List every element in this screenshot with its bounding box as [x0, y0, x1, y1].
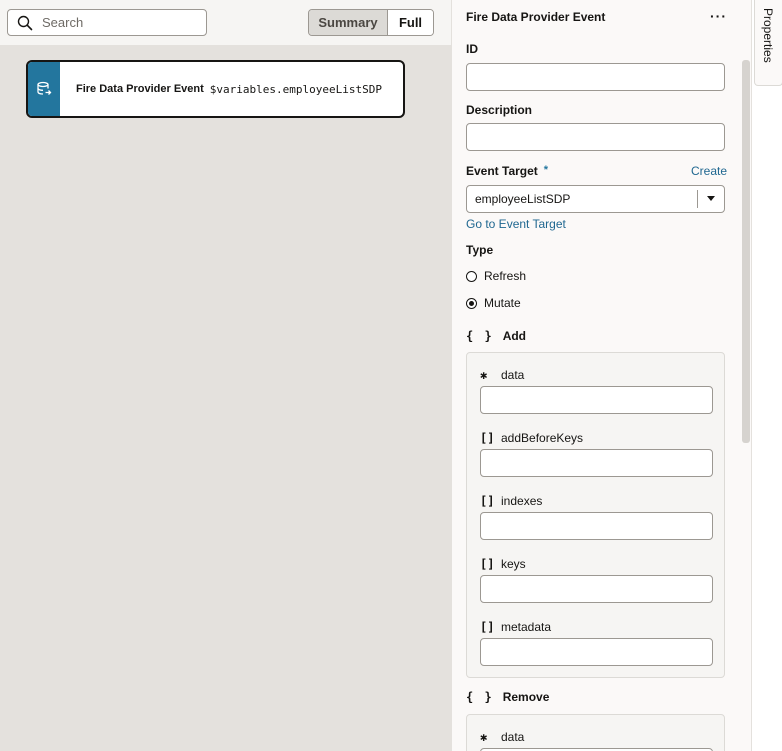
array-brackets-icon: []: [480, 431, 495, 445]
add-data-label: ✱ data: [480, 368, 524, 382]
object-braces-icon: { }: [466, 329, 494, 343]
metadata-field[interactable]: [480, 638, 713, 666]
summary-toggle-button[interactable]: Summary: [309, 10, 388, 35]
action-title: Fire Data Provider Event: [76, 83, 204, 95]
metadata-input[interactable]: [481, 639, 712, 665]
event-target-label: Event Target *: [466, 164, 548, 178]
required-asterisk-icon: ✱: [480, 730, 488, 744]
required-asterisk-icon: ✱: [480, 368, 488, 382]
event-target-label-text: Event Target: [466, 164, 538, 178]
keys-field[interactable]: [480, 575, 713, 603]
prop-label: data: [501, 730, 525, 744]
action-icon-strip: [28, 62, 60, 116]
indexes-field[interactable]: [480, 512, 713, 540]
type-label: Type: [466, 243, 494, 257]
panel-scrollbar[interactable]: [742, 60, 750, 443]
properties-tab-label: Properties: [761, 8, 775, 63]
type-radio-refresh[interactable]: Refresh: [466, 269, 526, 283]
chevron-down-icon[interactable]: [707, 196, 715, 201]
array-brackets-icon: []: [480, 494, 495, 508]
prop-label: indexes: [501, 494, 543, 508]
create-link[interactable]: Create: [691, 164, 727, 178]
array-brackets-icon: []: [480, 620, 495, 634]
panel-title: Fire Data Provider Event: [466, 10, 606, 24]
event-target-select[interactable]: employeeListSDP: [466, 185, 725, 213]
required-marker: *: [543, 164, 549, 176]
database-event-icon: [37, 81, 52, 95]
full-toggle-button[interactable]: Full: [388, 10, 433, 35]
description-input[interactable]: [467, 124, 724, 150]
type-radio-mutate[interactable]: Mutate: [466, 296, 521, 310]
add-data-input[interactable]: [481, 387, 712, 413]
indexes-input[interactable]: [481, 513, 712, 539]
id-field[interactable]: [466, 63, 725, 91]
prop-label: metadata: [501, 620, 552, 634]
metadata-label: [] metadata: [480, 620, 551, 634]
array-brackets-icon: []: [480, 557, 495, 571]
prop-label: keys: [501, 557, 526, 571]
search-input[interactable]: [42, 13, 202, 32]
properties-panel: Fire Data Provider Event ··· ID Descript…: [451, 0, 751, 751]
radio-unchecked-icon[interactable]: [466, 270, 477, 282]
search-icon: [17, 15, 33, 31]
radio-checked-icon[interactable]: [466, 297, 477, 309]
remove-section-header[interactable]: { } Remove: [466, 690, 549, 704]
action-expression: $variables.employeeListSDP: [209, 82, 382, 96]
designer-canvas: Summary Full Fire Data Provider Event $v…: [0, 0, 451, 751]
id-label: ID: [466, 42, 478, 56]
add-properties-group: ✱ data [] addBeforeKeys [] indexes [] ke…: [466, 352, 725, 678]
description-field[interactable]: [466, 123, 725, 151]
remove-section-label: Remove: [502, 690, 550, 704]
fire-data-provider-event-action[interactable]: Fire Data Provider Event $variables.empl…: [26, 60, 405, 118]
keys-label: [] keys: [480, 557, 526, 571]
event-target-value: employeeListSDP: [475, 192, 571, 206]
indexes-label: [] indexes: [480, 494, 542, 508]
prop-label: data: [501, 368, 525, 382]
object-braces-icon: { }: [466, 690, 494, 704]
add-before-keys-field[interactable]: [480, 449, 713, 477]
select-divider: [697, 190, 698, 208]
add-section-header[interactable]: { } Add: [466, 329, 526, 343]
remove-properties-group: ✱ data: [466, 714, 725, 751]
keys-input[interactable]: [481, 576, 712, 602]
properties-tab[interactable]: Properties: [754, 0, 782, 86]
canvas-toolbar: Summary Full: [0, 0, 451, 45]
id-input[interactable]: [467, 64, 724, 90]
more-options-icon[interactable]: ···: [710, 8, 727, 24]
remove-data-label: ✱ data: [480, 730, 524, 744]
prop-label: addBeforeKeys: [501, 431, 584, 445]
add-before-keys-input[interactable]: [481, 450, 712, 476]
search-box[interactable]: [7, 9, 207, 36]
description-label: Description: [466, 103, 533, 117]
radio-label-mutate: Mutate: [484, 296, 521, 310]
add-section-label: Add: [502, 329, 527, 343]
view-toggle: Summary Full: [308, 9, 434, 36]
add-data-field[interactable]: [480, 386, 713, 414]
side-tab-bar: Properties: [751, 0, 782, 751]
add-before-keys-label: [] addBeforeKeys: [480, 431, 583, 445]
go-to-event-target-link[interactable]: Go to Event Target: [466, 217, 566, 231]
radio-label-refresh: Refresh: [484, 269, 527, 283]
